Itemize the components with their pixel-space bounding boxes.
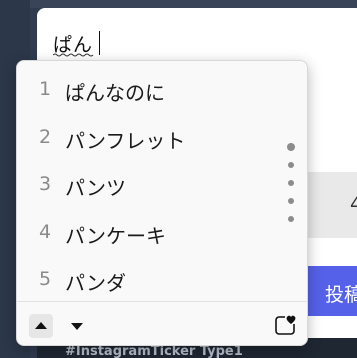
post-button[interactable]: 投稿	[303, 266, 357, 316]
candidate-item-1[interactable]: 1 ぱんなのに	[17, 65, 277, 113]
candidate-text: パンフレット	[65, 129, 186, 153]
emoji-heart-icon	[275, 314, 297, 335]
candidate-item-4[interactable]: 4 パンケーキ	[17, 208, 277, 256]
ime-candidate-window: 1 ぱんなのに 2 パンフレット 3 パンツ 4 パンケーキ 5 パンダ	[16, 60, 308, 346]
candidate-item-3[interactable]: 3 パンツ	[17, 160, 277, 208]
scroll-dots-icon[interactable]	[285, 141, 297, 222]
scroll-dot	[288, 198, 294, 204]
candidate-number: 4	[39, 221, 52, 243]
emoji-button[interactable]	[273, 312, 299, 338]
post-button-label: 投稿	[325, 284, 357, 306]
previous-page-button[interactable]	[29, 314, 53, 338]
candidate-item-2[interactable]: 2 パンフレット	[17, 113, 277, 161]
ime-composition-underline	[53, 53, 94, 57]
triangle-down-icon	[71, 323, 83, 330]
next-page-button[interactable]	[65, 314, 89, 338]
scroll-dot-active	[287, 143, 295, 151]
candidate-number: 5	[39, 268, 52, 290]
candidate-number: 1	[39, 78, 52, 100]
triangle-up-icon	[35, 322, 47, 329]
candidate-number: 3	[39, 173, 52, 195]
candidate-item-5[interactable]: 5 パンダ	[17, 255, 277, 303]
ime-footer	[17, 301, 307, 346]
scroll-dot	[288, 180, 294, 186]
scroll-dot	[288, 216, 294, 222]
candidate-text: パンダ	[65, 271, 126, 295]
background-partial-text: 4	[350, 193, 357, 215]
text-caret	[99, 31, 100, 55]
candidate-text: ぱんなのに	[65, 81, 165, 105]
candidate-number: 2	[39, 126, 52, 148]
window-top-edge	[0, 0, 357, 8]
scroll-dot	[288, 162, 294, 168]
candidate-text: パンケーキ	[65, 224, 166, 248]
candidate-text: パンツ	[65, 176, 126, 200]
ticker-text: #InstagramTicker Type1	[65, 344, 243, 358]
background-toolbar-row	[300, 172, 357, 238]
background-panel	[300, 238, 357, 266]
